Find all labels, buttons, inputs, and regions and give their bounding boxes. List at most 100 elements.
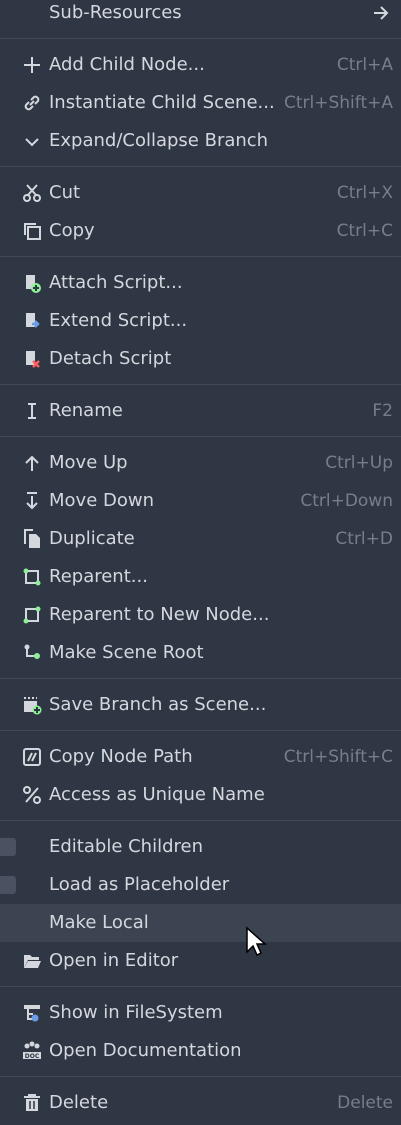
menu-separator bbox=[0, 730, 401, 731]
trash-icon bbox=[24, 1094, 40, 1111]
documentation-icon: DOC bbox=[23, 1041, 41, 1060]
menu-item-copy[interactable]: Copy Ctrl+C bbox=[0, 212, 401, 250]
menu-item-detach-script[interactable]: Detach Script bbox=[0, 340, 401, 378]
menu-item-open-documentation[interactable]: DOC Open Documentation bbox=[0, 1032, 401, 1070]
folder-open-icon bbox=[24, 955, 41, 968]
menu-item-attach-script[interactable]: Attach Script... bbox=[0, 264, 401, 302]
menu-item-load-as-placeholder[interactable]: Load as Placeholder bbox=[0, 866, 401, 904]
context-menu: Sub-Resources Add Child Node... Ctrl+A I… bbox=[0, 0, 401, 1125]
menu-item-duplicate[interactable]: Duplicate Ctrl+D bbox=[0, 520, 401, 558]
svg-text:DOC: DOC bbox=[25, 1053, 40, 1060]
menu-item-label: Rename bbox=[49, 400, 123, 421]
reparent-icon bbox=[23, 568, 41, 586]
menu-separator bbox=[0, 384, 401, 385]
menu-separator bbox=[0, 256, 401, 257]
shortcut-label: Ctrl+Shift+C bbox=[283, 747, 393, 767]
menu-item-label: Extend Script... bbox=[49, 310, 188, 331]
menu-item-make-scene-root[interactable]: Make Scene Root bbox=[0, 634, 401, 672]
menu-item-label: Access as Unique Name bbox=[49, 784, 265, 805]
menu-item-reparent-to-new-node[interactable]: Reparent to New Node... bbox=[0, 596, 401, 634]
script-add-icon bbox=[26, 275, 41, 293]
shortcut-label: Ctrl+C bbox=[336, 221, 393, 241]
menu-item-label: Load as Placeholder bbox=[49, 874, 230, 895]
menu-separator bbox=[0, 166, 401, 167]
filesystem-icon bbox=[24, 1005, 40, 1022]
node-path-icon bbox=[23, 748, 41, 766]
menu-separator bbox=[0, 1076, 401, 1077]
menu-item-reparent[interactable]: Reparent... bbox=[0, 558, 401, 596]
menu-separator bbox=[0, 436, 401, 437]
menu-separator bbox=[0, 678, 401, 679]
menu-item-label: Cut bbox=[49, 182, 81, 203]
menu-item-label: Save Branch as Scene... bbox=[49, 694, 267, 715]
menu-item-label: Add Child Node... bbox=[49, 54, 205, 75]
arrow-right-icon bbox=[374, 6, 389, 20]
menu-item-label: Expand/Collapse Branch bbox=[49, 130, 269, 151]
chevron-down-icon bbox=[25, 138, 39, 147]
script-extend-icon bbox=[26, 313, 40, 328]
shortcut-label: Ctrl+A bbox=[336, 55, 393, 75]
menu-item-label: Instantiate Child Scene... bbox=[49, 92, 275, 113]
menu-item-sub-resources[interactable]: Sub-Resources bbox=[0, 0, 401, 32]
menu-item-show-in-filesystem[interactable]: Show in FileSystem bbox=[0, 994, 401, 1032]
menu-item-delete[interactable]: Delete Delete bbox=[0, 1084, 401, 1122]
menu-item-rename[interactable]: Rename F2 bbox=[0, 392, 401, 430]
menu-item-label: Sub-Resources bbox=[49, 2, 182, 23]
script-remove-icon bbox=[26, 351, 40, 368]
arrow-down-icon bbox=[26, 492, 38, 510]
menu-item-label: Delete bbox=[49, 1092, 109, 1113]
shortcut-label: Ctrl+Shift+A bbox=[283, 93, 393, 113]
plus-icon bbox=[24, 57, 40, 73]
menu-item-label: Copy bbox=[49, 220, 95, 241]
menu-separator bbox=[0, 820, 401, 821]
editable-children-checkbox[interactable] bbox=[0, 838, 16, 856]
menu-item-label: Show in FileSystem bbox=[49, 1002, 223, 1023]
scissors-icon bbox=[23, 184, 41, 202]
menu-separator bbox=[0, 38, 401, 39]
link-icon bbox=[24, 95, 40, 111]
menu-item-access-as-unique-name[interactable]: Access as Unique Name bbox=[0, 776, 401, 814]
shortcut-label: Ctrl+D bbox=[335, 529, 393, 549]
scene-root-icon bbox=[24, 644, 40, 659]
duplicate-icon bbox=[24, 529, 40, 548]
menu-item-copy-node-path[interactable]: Copy Node Path Ctrl+Shift+C bbox=[0, 738, 401, 776]
menu-separator bbox=[0, 986, 401, 987]
menu-item-label: Move Down bbox=[49, 490, 154, 511]
save-scene-icon bbox=[24, 697, 42, 715]
copy-icon bbox=[24, 223, 41, 240]
menu-item-label: Reparent to New Node... bbox=[49, 604, 270, 625]
load-as-placeholder-checkbox[interactable] bbox=[0, 876, 16, 894]
menu-item-expand-collapse-branch[interactable]: Expand/Collapse Branch bbox=[0, 122, 401, 160]
menu-item-label: Copy Node Path bbox=[49, 746, 193, 767]
menu-item-label: Attach Script... bbox=[49, 272, 183, 293]
menu-item-make-local[interactable]: Make Local bbox=[0, 904, 401, 942]
menu-item-label: Detach Script bbox=[49, 348, 172, 369]
menu-item-cut[interactable]: Cut Ctrl+X bbox=[0, 174, 401, 212]
menu-item-editable-children[interactable]: Editable Children bbox=[0, 828, 401, 866]
menu-item-label: Make Scene Root bbox=[49, 642, 204, 663]
menu-item-save-branch-as-scene[interactable]: Save Branch as Scene... bbox=[0, 686, 401, 724]
menu-item-label: Move Up bbox=[49, 452, 128, 473]
menu-item-label: Open Documentation bbox=[49, 1040, 242, 1061]
percent-icon bbox=[23, 786, 41, 804]
shortcut-label: Ctrl+Up bbox=[325, 453, 393, 473]
shortcut-label: Ctrl+X bbox=[336, 183, 393, 203]
menu-item-add-child-node[interactable]: Add Child Node... Ctrl+A bbox=[0, 46, 401, 84]
menu-item-label: Duplicate bbox=[49, 528, 135, 549]
menu-item-move-down[interactable]: Move Down Ctrl+Down bbox=[0, 482, 401, 520]
menu-item-label: Reparent... bbox=[49, 566, 148, 587]
arrow-up-icon bbox=[25, 455, 39, 471]
text-cursor-icon bbox=[28, 403, 36, 419]
shortcut-label: Delete bbox=[337, 1093, 393, 1113]
menu-item-open-in-editor[interactable]: Open in Editor bbox=[0, 942, 401, 980]
menu-item-label: Editable Children bbox=[49, 836, 204, 857]
menu-item-instantiate-child-scene[interactable]: Instantiate Child Scene... Ctrl+Shift+A bbox=[0, 84, 401, 122]
menu-item-move-up[interactable]: Move Up Ctrl+Up bbox=[0, 444, 401, 482]
reparent-new-icon bbox=[23, 606, 41, 624]
shortcut-label: F2 bbox=[372, 401, 393, 421]
menu-item-label: Make Local bbox=[49, 912, 149, 933]
menu-item-extend-script[interactable]: Extend Script... bbox=[0, 302, 401, 340]
menu-item-label: Open in Editor bbox=[49, 950, 179, 971]
shortcut-label: Ctrl+Down bbox=[300, 491, 393, 511]
mouse-cursor-icon bbox=[246, 926, 267, 957]
